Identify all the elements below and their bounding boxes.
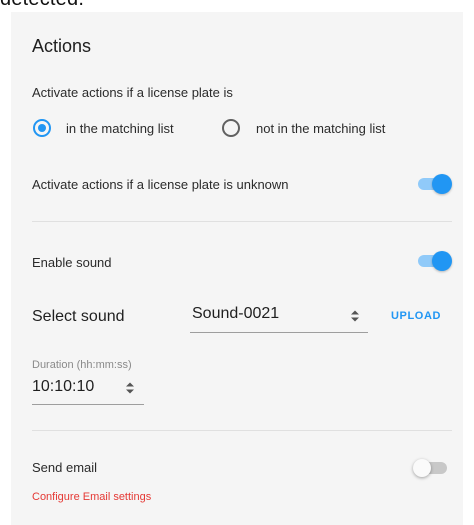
- radio-not-in-matching-list[interactable]: [222, 119, 240, 137]
- actions-title: Actions: [32, 36, 92, 56]
- clipped-heading-text: detected.: [0, 0, 84, 11]
- toggle-thumb: [432, 251, 452, 271]
- updown-arrows-icon[interactable]: [125, 381, 135, 395]
- duration-caption: Duration (hh:mm:ss): [32, 359, 132, 371]
- activate-if-plate-label: Activate actions if a license plate is: [32, 85, 233, 100]
- sound-select-value: Sound-0021: [192, 305, 280, 322]
- divider: [32, 430, 452, 431]
- configure-email-link[interactable]: Configure Email settings: [32, 491, 151, 503]
- enable-sound-label: Enable sound: [32, 255, 112, 270]
- actions-panel: Actions Activate actions if a license pl…: [11, 12, 463, 525]
- select-sound-label: Select sound: [32, 308, 125, 325]
- unknown-plate-toggle[interactable]: [416, 174, 452, 194]
- divider: [32, 221, 452, 222]
- sound-select[interactable]: Sound-0021: [190, 305, 368, 333]
- send-email-toggle[interactable]: [413, 458, 449, 478]
- radio-in-matching-list-label[interactable]: in the matching list: [66, 121, 174, 136]
- duration-input[interactable]: 10:10:10: [32, 375, 144, 405]
- enable-sound-toggle[interactable]: [416, 251, 452, 271]
- duration-value: 10:10:10: [32, 378, 95, 395]
- toggle-thumb: [413, 459, 431, 477]
- send-email-label: Send email: [32, 460, 98, 475]
- updown-arrows-icon: [351, 310, 359, 322]
- radio-in-matching-list[interactable]: [33, 119, 51, 137]
- radio-not-in-matching-list-label[interactable]: not in the matching list: [256, 121, 385, 136]
- toggle-thumb: [432, 174, 452, 194]
- unknown-plate-label: Activate actions if a license plate is u…: [32, 177, 289, 192]
- upload-button[interactable]: UPLOAD: [391, 310, 441, 322]
